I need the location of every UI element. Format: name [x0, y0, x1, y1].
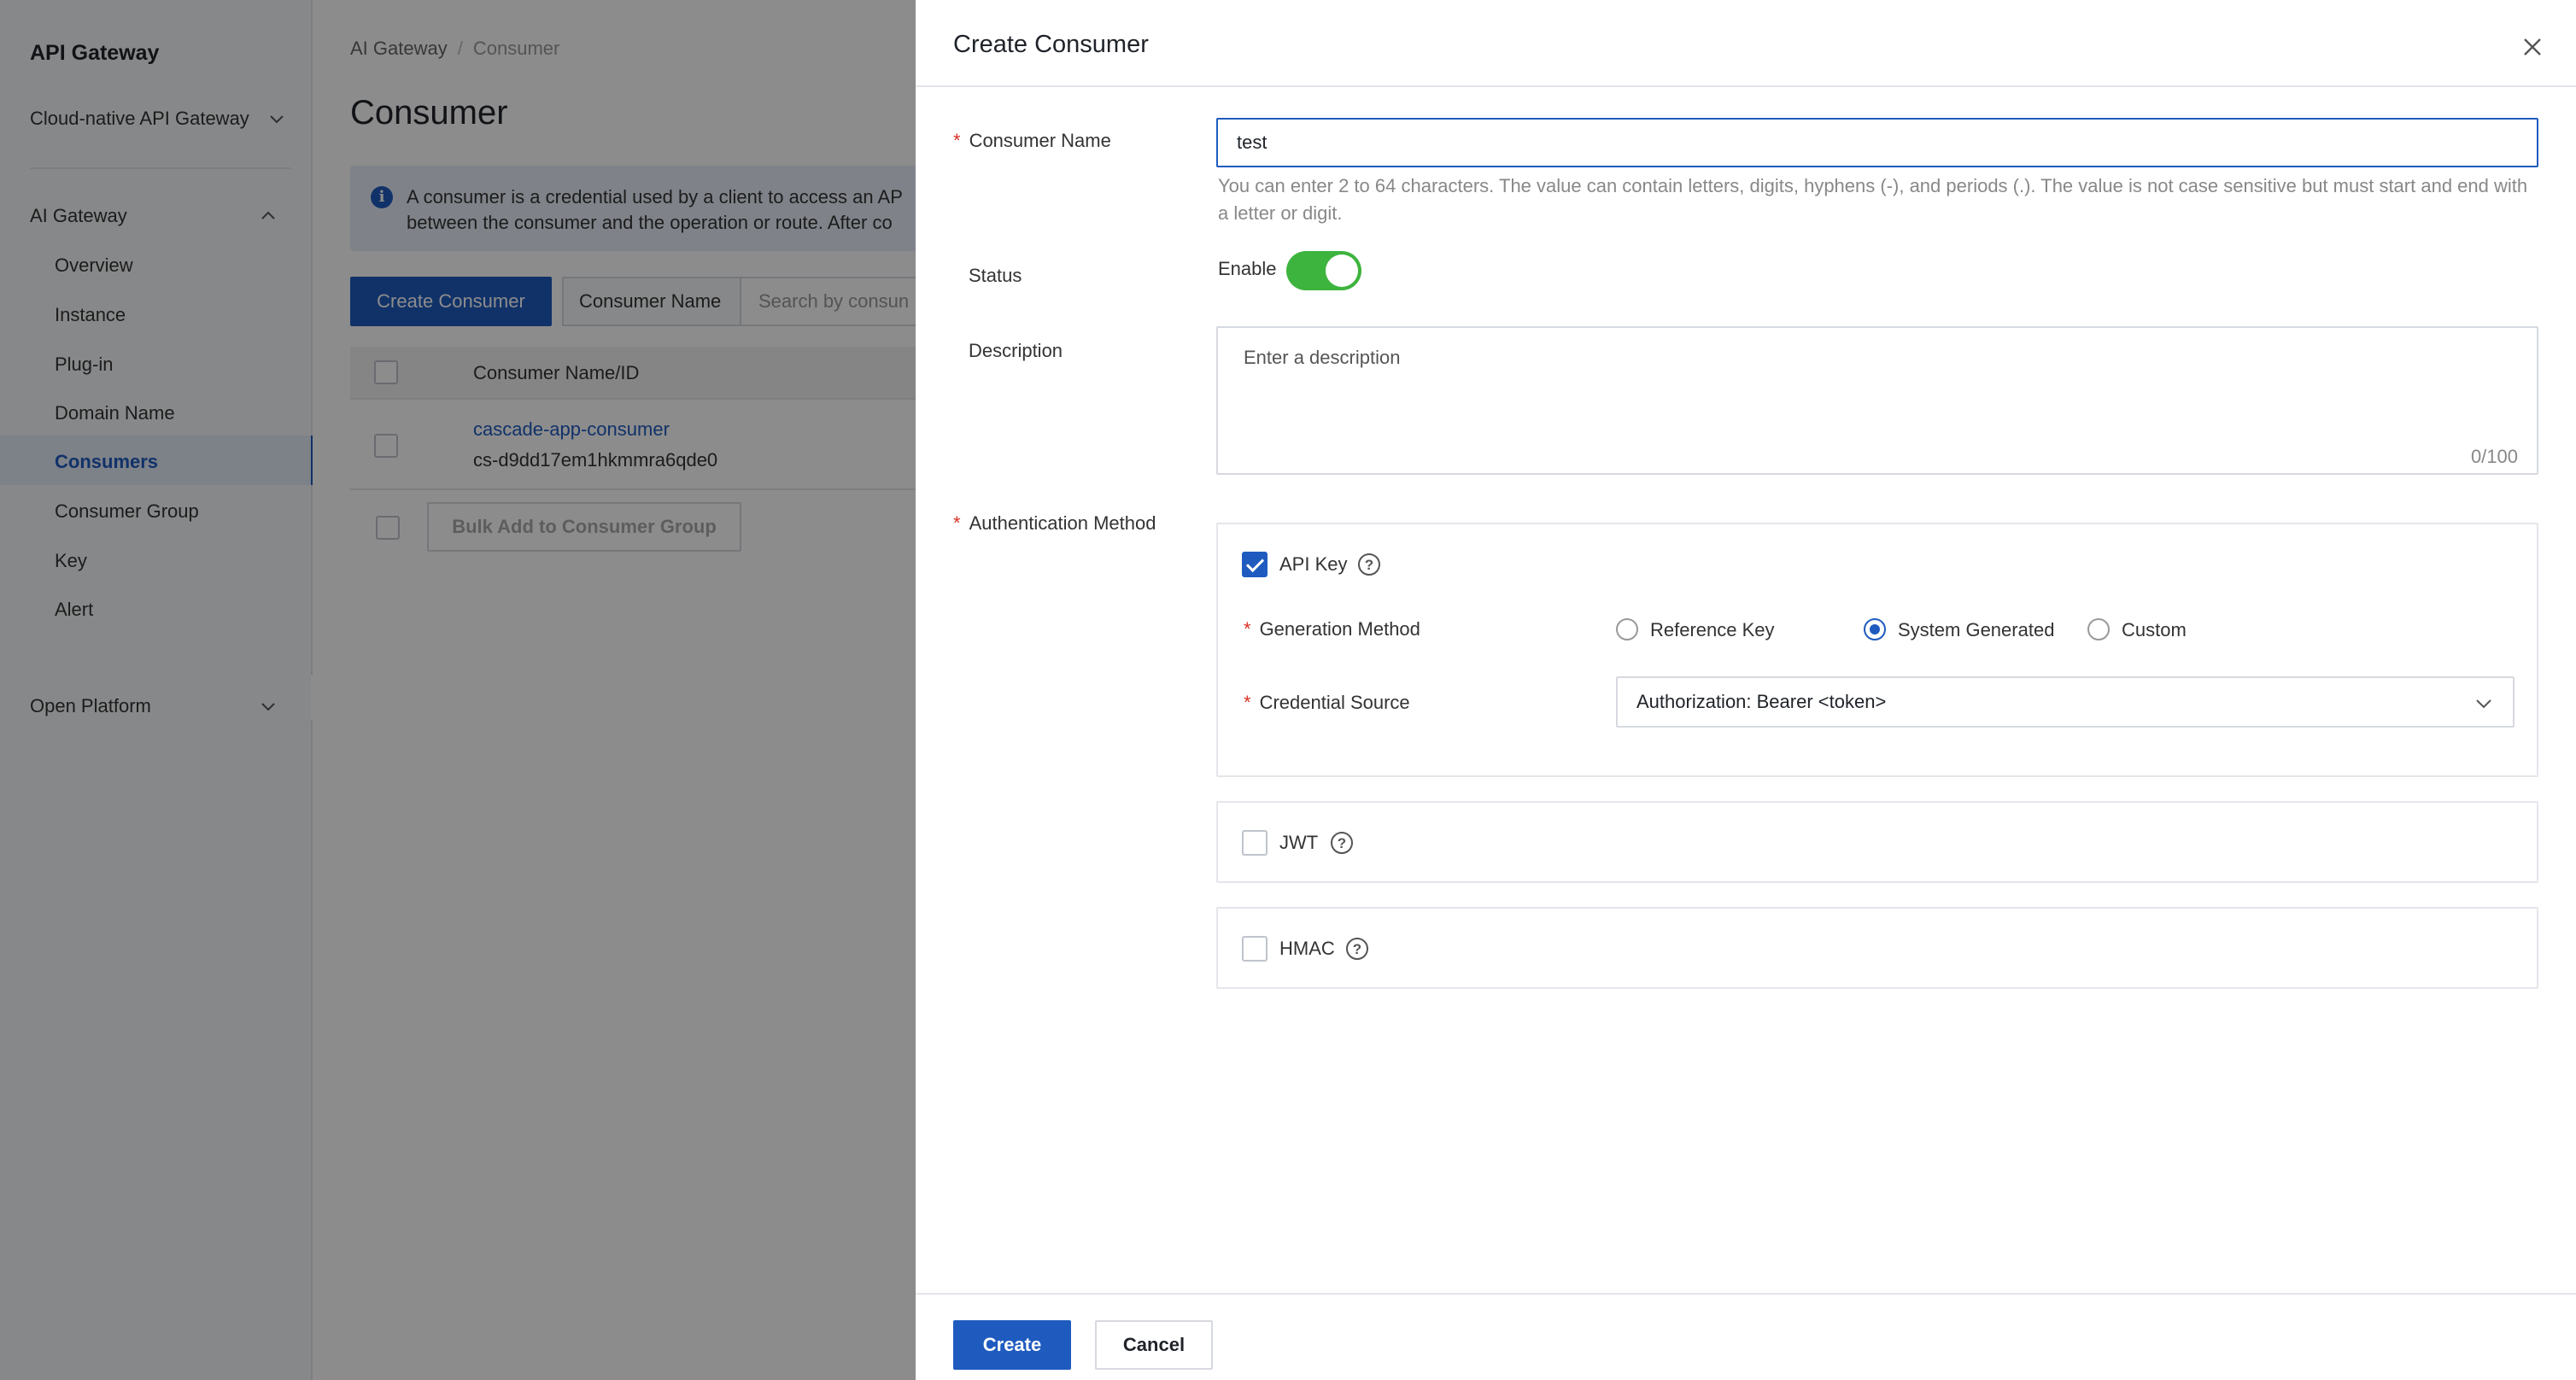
help-icon[interactable]: ? — [1346, 938, 1368, 960]
description-textarea[interactable]: Enter a description 0/100 — [1216, 326, 2538, 475]
required-marker: * — [953, 512, 961, 534]
consumer-name-input[interactable]: test — [1216, 118, 2538, 167]
radio-custom[interactable] — [2087, 618, 2110, 640]
credential-source-value: Authorization: Bearer <token> — [1636, 691, 1887, 712]
auth-jwt-panel: JWT ? — [1216, 801, 2538, 883]
create-button[interactable]: Create — [953, 1320, 1071, 1370]
label-text: Generation Method — [1259, 618, 1420, 640]
drawer-header: Create Consumer — [916, 0, 2576, 87]
required-marker: * — [1244, 618, 1251, 640]
create-consumer-drawer: Create Consumer * Consumer Name test You … — [916, 0, 2576, 1380]
hmac-label: HMAC — [1279, 938, 1335, 959]
drawer-title: Create Consumer — [953, 31, 1149, 58]
status-label: Status — [969, 265, 1022, 286]
radio-custom-label: Custom — [2122, 619, 2187, 640]
radio-reference-key-label: Reference Key — [1650, 619, 1775, 640]
modal-overlay[interactable] — [0, 0, 916, 1380]
drawer-footer: Create Cancel — [916, 1293, 2576, 1380]
help-icon[interactable]: ? — [1331, 832, 1353, 854]
credential-source-select[interactable]: Authorization: Bearer <token> — [1616, 676, 2515, 728]
consumer-name-hint: You can enter 2 to 64 characters. The va… — [1218, 175, 2528, 224]
credential-source-label: * Credential Source — [1244, 692, 1410, 714]
label-text: Credential Source — [1259, 692, 1410, 713]
status-toggle[interactable] — [1286, 251, 1361, 290]
label-text: Authentication Method — [969, 512, 1156, 534]
jwt-checkbox[interactable] — [1242, 830, 1268, 856]
radio-reference-key[interactable] — [1616, 618, 1638, 640]
help-icon[interactable]: ? — [1358, 553, 1380, 576]
description-placeholder: Enter a description — [1244, 347, 1401, 368]
hmac-checkbox[interactable] — [1242, 936, 1268, 962]
description-char-count: 0/100 — [2470, 446, 2518, 467]
cancel-button[interactable]: Cancel — [1095, 1320, 1213, 1370]
status-value-label: Enable — [1218, 258, 1277, 279]
auth-hmac-panel: HMAC ? — [1216, 907, 2538, 989]
chevron-down-icon — [2476, 699, 2491, 709]
api-key-checkbox[interactable] — [1242, 552, 1268, 577]
app-root: API Gateway Cloud-native API Gateway AI … — [0, 0, 2576, 1380]
auth-method-label: * Authentication Method — [953, 512, 1156, 535]
jwt-label: JWT — [1279, 832, 1319, 853]
consumer-name-label: * Consumer Name — [953, 130, 1111, 152]
auth-api-key-panel: API Key ? * Generation Method Reference K… — [1216, 523, 2538, 777]
radio-system-generated-label: System Generated — [1898, 619, 2055, 640]
description-label: Description — [969, 340, 1063, 361]
toggle-knob — [1326, 254, 1358, 287]
api-key-label: API Key — [1279, 553, 1348, 575]
required-marker: * — [1244, 692, 1251, 713]
required-marker: * — [953, 130, 961, 151]
generation-method-label: * Generation Method — [1244, 618, 1420, 640]
close-icon[interactable] — [2521, 36, 2544, 58]
radio-system-generated[interactable] — [1864, 618, 1886, 640]
label-text: Consumer Name — [969, 130, 1111, 151]
